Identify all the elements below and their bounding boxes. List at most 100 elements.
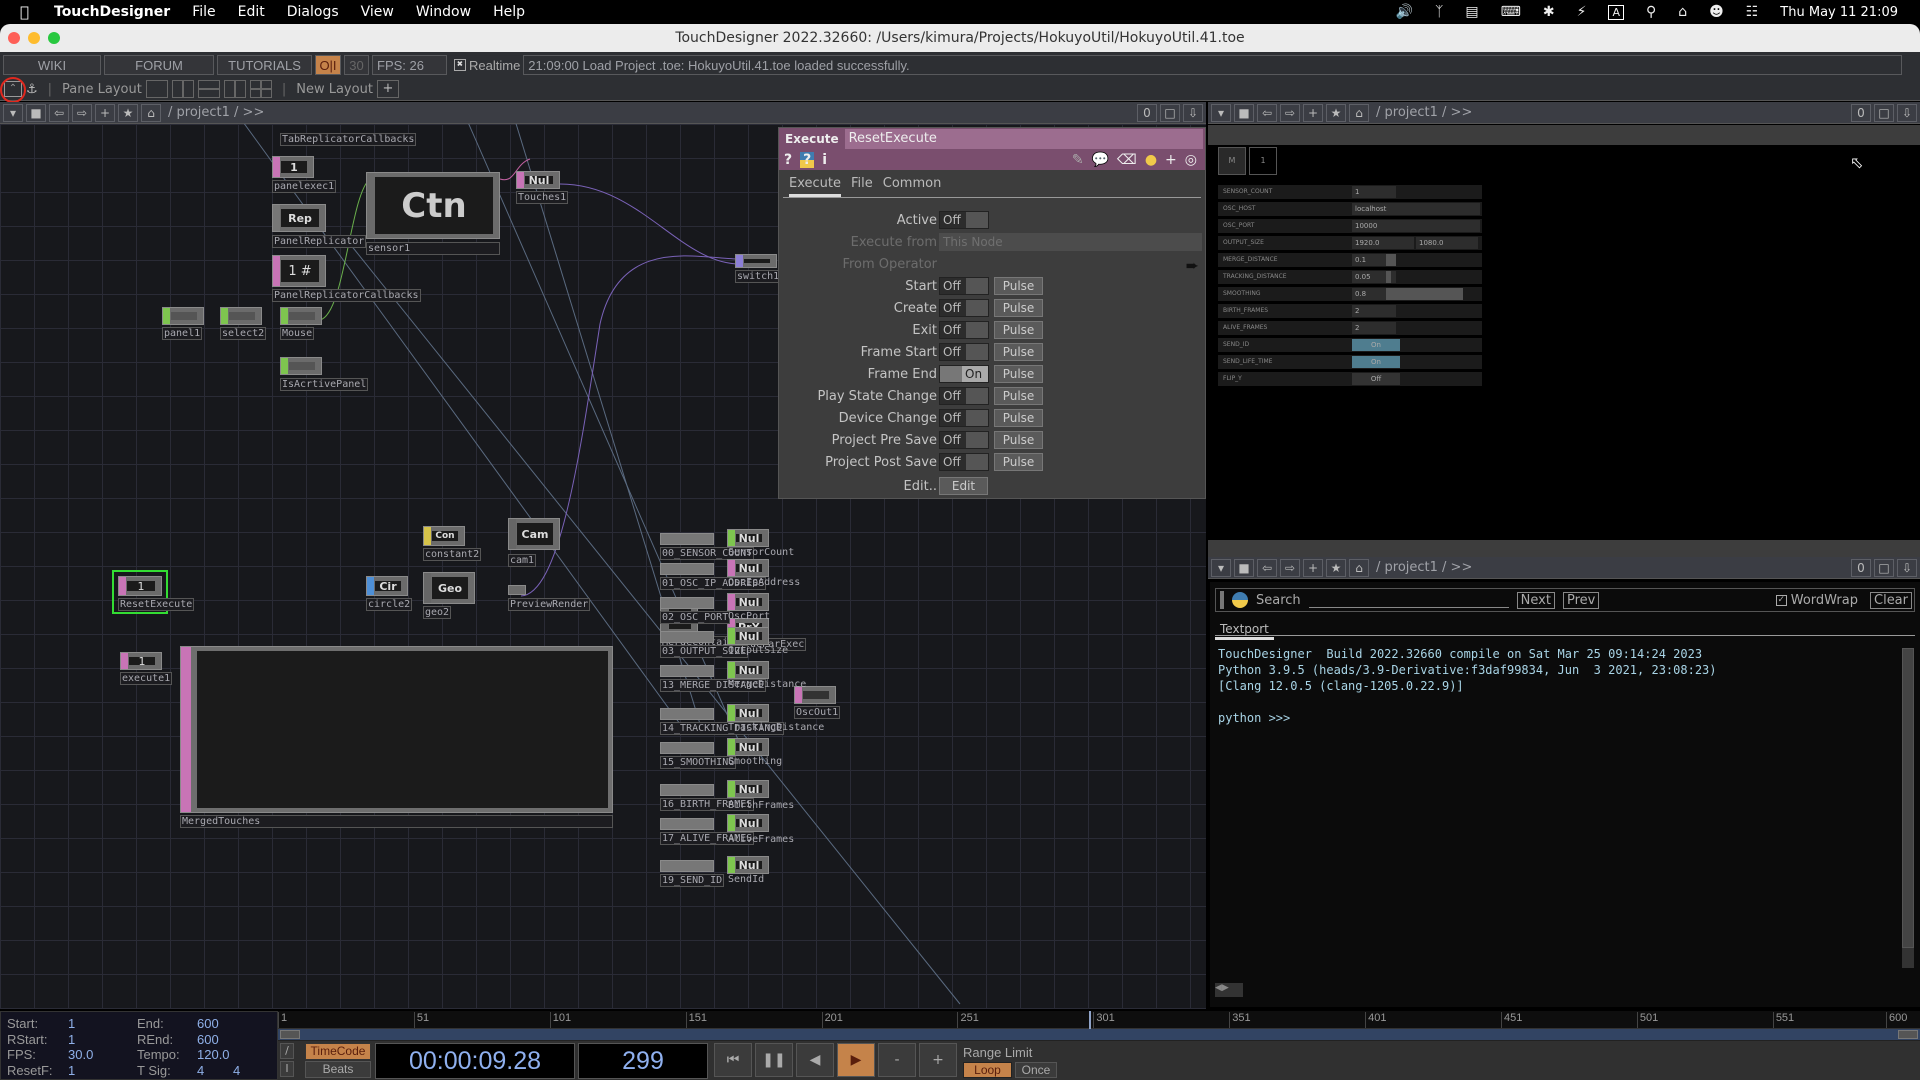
home-icon[interactable]: ⌂ <box>1349 558 1369 577</box>
rend-value[interactable]: 600 <box>197 1032 219 1047</box>
null-node[interactable]: Nul <box>727 661 769 679</box>
bluetooth-icon[interactable]: ✱ <box>1543 4 1555 20</box>
new-layout-add-button[interactable]: + <box>376 80 399 98</box>
node-label[interactable]: OscIpAddress <box>727 577 801 588</box>
pulse-button[interactable]: Pulse <box>994 321 1043 339</box>
pane-index[interactable]: 0 <box>1137 103 1157 122</box>
realtime-checkbox[interactable]: ✖ <box>454 59 466 71</box>
pencil-icon[interactable]: ✎ <box>1072 152 1084 168</box>
layout-hsplit-button[interactable] <box>197 80 220 98</box>
node-label[interactable]: sensor1 <box>366 242 500 255</box>
forum-button[interactable]: FORUM <box>104 55 214 75</box>
tempo-value[interactable]: 120.0 <box>197 1047 230 1062</box>
layout-vsplit-button[interactable] <box>171 80 194 98</box>
node-label[interactable]: PanelReplicatorCallbacks <box>272 289 421 302</box>
step-back-button[interactable]: ◀ <box>796 1043 834 1077</box>
node-label[interactable]: select2 <box>220 327 267 340</box>
range-start-handle[interactable] <box>280 1030 300 1039</box>
node-execute1[interactable]: 1 <box>120 652 162 670</box>
start-value[interactable]: 1 <box>68 1016 75 1031</box>
play-button[interactable]: ▶ <box>837 1043 875 1077</box>
node-label[interactable]: BirthFrames <box>727 800 795 811</box>
field-node[interactable] <box>660 708 714 720</box>
tab-textport[interactable]: Textport <box>1215 622 1274 640</box>
layout-quad-button[interactable] <box>249 80 272 98</box>
network-branch-icon[interactable]: ᛉ <box>1435 4 1443 20</box>
rewind-button[interactable]: ⏮ <box>714 1043 752 1077</box>
param-toggle[interactable]: Off <box>939 409 989 427</box>
node-label[interactable]: PanelReplicator <box>272 235 367 248</box>
field-node[interactable] <box>660 563 714 575</box>
viewer-toggle[interactable]: On <box>1352 356 1400 368</box>
menu-help[interactable]: Help <box>493 4 525 20</box>
resetf-value[interactable]: 1 <box>68 1063 75 1078</box>
tab-common[interactable]: Common <box>883 176 942 197</box>
op-name-field[interactable]: ResetExecute <box>844 129 1203 149</box>
node-label[interactable]: TabReplicatorCallbacks <box>280 133 417 146</box>
battery-charging-icon[interactable]: ⚡ <box>1577 4 1587 20</box>
search-input[interactable] <box>1308 592 1509 608</box>
pause-button[interactable]: ❚❚ <box>755 1043 793 1077</box>
pane-index[interactable]: 0 <box>1851 558 1871 577</box>
rstart-value[interactable]: 1 <box>68 1032 75 1047</box>
param-toggle[interactable]: Off <box>939 299 989 317</box>
timecode-display[interactable]: 00:00:09.28 <box>375 1043 575 1079</box>
menu-file[interactable]: File <box>192 4 215 20</box>
node-label[interactable]: 02_OSC_PORT <box>660 611 731 624</box>
null-node[interactable]: Nul <box>727 856 769 874</box>
keyboard-icon[interactable]: ⌨ <box>1501 4 1521 20</box>
once-button[interactable]: Once <box>1015 1062 1057 1078</box>
node-label[interactable]: panelexec1 <box>272 180 337 193</box>
node-label[interactable]: panel1 <box>162 327 203 340</box>
viewer-value-field[interactable]: 1920.0 <box>1352 237 1414 249</box>
horizontal-scroll-arrows[interactable]: ◀▶ <box>1215 983 1243 997</box>
fps-value[interactable]: 30.0 <box>68 1047 93 1062</box>
slash-button[interactable]: / <box>280 1043 294 1059</box>
apple-logo-icon[interactable]:  <box>20 4 36 20</box>
field-node[interactable] <box>660 860 714 872</box>
node-label[interactable]: IsAcrtivePanel <box>280 378 369 391</box>
null-node[interactable]: Nul <box>727 780 769 798</box>
pulse-button[interactable]: Pulse <box>994 365 1043 383</box>
param-toggle[interactable]: Off <box>939 343 989 361</box>
viewer-tab-m[interactable]: M <box>1218 147 1246 175</box>
zoom-window-button[interactable] <box>48 32 60 44</box>
anchor-icon[interactable]: ⚓ <box>26 82 38 97</box>
node-label[interactable]: ResetExecute <box>118 598 195 611</box>
pulse-button[interactable]: Pulse <box>994 299 1043 317</box>
maximize-pane-icon[interactable]: □ <box>1160 103 1180 122</box>
node-label[interactable]: switch1 <box>735 270 782 283</box>
node-isactivepanel[interactable] <box>280 357 322 375</box>
node-touches1[interactable]: Nul <box>516 171 560 189</box>
clear-button[interactable]: Clear <box>1870 591 1912 609</box>
split-down-icon[interactable]: ⇩ <box>1897 103 1917 122</box>
pane-type-button[interactable]: ■ <box>1234 103 1254 122</box>
forward-arrow-icon[interactable]: ⇨ <box>72 103 92 122</box>
node-geo2[interactable]: Geo <box>423 572 475 604</box>
timeline-ruler[interactable]: 1 51 101 151 201 251 301 351 401 451 501 551 600 <box>278 1011 1920 1029</box>
viewer-toggle[interactable]: Off <box>1352 373 1400 385</box>
active-toggle[interactable]: Off <box>939 211 989 229</box>
viewer-slider[interactable] <box>1386 288 1463 300</box>
field-node[interactable] <box>660 818 714 830</box>
drag-arrow-icon[interactable]: ➨ <box>1186 256 1199 275</box>
edit-button[interactable]: Edit <box>939 477 988 495</box>
viewer-value-field[interactable]: 10000 <box>1352 220 1480 232</box>
node-label[interactable]: MergeDistance <box>727 679 807 690</box>
viewer-slider[interactable] <box>1386 254 1396 266</box>
python-help-icon[interactable]: ? <box>800 152 815 168</box>
collapse-toolbar-icon[interactable]: ⌃ <box>0 77 26 103</box>
bookmark-star-icon[interactable]: ★ <box>1326 558 1346 577</box>
search-prev-button[interactable]: Prev <box>1562 591 1600 609</box>
textport-output[interactable]: TouchDesigner Build 2022.32660 compile o… <box>1218 646 1717 726</box>
node-label[interactable]: AliveFrames <box>727 834 795 845</box>
textport-path[interactable]: / project1 / >> <box>1376 560 1472 575</box>
node-label[interactable]: cam1 <box>508 554 537 567</box>
field-node[interactable] <box>660 631 714 643</box>
field-node[interactable] <box>660 597 714 609</box>
playhead[interactable] <box>1088 1011 1091 1029</box>
tab-execute[interactable]: Execute <box>789 176 841 197</box>
frame-display[interactable]: 299 <box>578 1043 708 1079</box>
param-toggle[interactable]: On <box>939 365 989 383</box>
volume-icon[interactable]: 🔊 <box>1396 4 1413 20</box>
